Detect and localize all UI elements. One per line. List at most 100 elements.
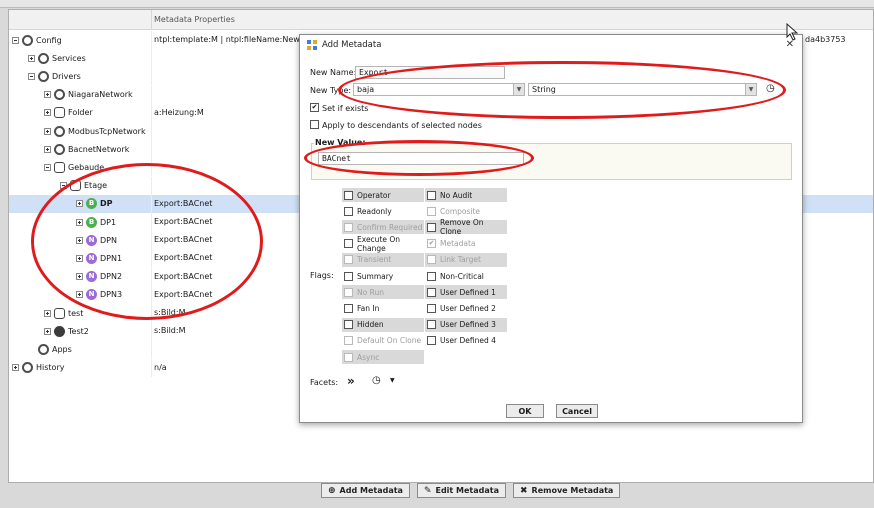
- flag-user-defined-4[interactable]: User Defined 4: [425, 334, 507, 348]
- flag-no-audit[interactable]: No Audit: [425, 188, 507, 202]
- tree-node[interactable]: Config: [12, 33, 62, 47]
- mouse-cursor-icon: [786, 23, 798, 41]
- flag-operator[interactable]: Operator: [342, 188, 424, 202]
- flag-checkbox[interactable]: [427, 287, 436, 297]
- tree-node[interactable]: Etage: [60, 179, 107, 193]
- tree-node[interactable]: BacnetNetwork: [44, 142, 129, 156]
- add-metadata-button[interactable]: ⊕ Add Metadata: [321, 483, 410, 498]
- chevron-down-icon: ▼: [745, 84, 756, 95]
- flag-hidden[interactable]: Hidden: [342, 317, 424, 332]
- app-icon: [307, 40, 317, 50]
- tree-node[interactable]: Drivers: [28, 69, 81, 83]
- flag-label: Default On Clone: [357, 336, 422, 346]
- flag-label: Async: [357, 352, 380, 362]
- tree-node[interactable]: B DP1: [76, 215, 116, 229]
- flag-checkbox[interactable]: [427, 336, 436, 346]
- new-value-field[interactable]: BACnet: [318, 152, 524, 165]
- column-divider[interactable]: [151, 10, 152, 30]
- flag-checkbox[interactable]: [427, 303, 436, 313]
- collapse-icon[interactable]: [44, 163, 51, 171]
- expand-icon[interactable]: [44, 109, 51, 117]
- metadata-properties-header[interactable]: Metadata Properties: [154, 15, 235, 24]
- tree-node[interactable]: N DPN1: [76, 251, 122, 265]
- flag-checkbox[interactable]: [427, 271, 436, 281]
- expand-icon[interactable]: [76, 218, 83, 226]
- x-icon: ✖: [519, 485, 528, 496]
- flag-execute-on-change[interactable]: Execute On Change: [342, 235, 424, 253]
- remove-metadata-button[interactable]: ✖ Remove Metadata: [512, 483, 621, 498]
- flag-checkbox[interactable]: [427, 320, 436, 330]
- collapse-icon[interactable]: [28, 72, 35, 80]
- expand-icon[interactable]: [44, 127, 51, 135]
- expand-icon[interactable]: [76, 200, 83, 208]
- expand-icon[interactable]: [76, 236, 83, 244]
- flag-non-critical[interactable]: Non-Critical: [425, 269, 507, 283]
- tree-node[interactable]: B DP: [76, 197, 113, 211]
- flag-checkbox[interactable]: [427, 222, 436, 232]
- folder-icon: [54, 161, 65, 173]
- flag-checkbox[interactable]: [344, 320, 353, 330]
- flag-checkbox[interactable]: [344, 190, 353, 200]
- metadata-value-cell: Export:BACnet: [154, 271, 213, 281]
- set-if-exists-label: Set if exists: [322, 104, 369, 113]
- flag-label: Non-Critical: [440, 271, 484, 281]
- expand-icon[interactable]: [12, 364, 19, 372]
- expand-icon[interactable]: [44, 327, 51, 335]
- flag-summary[interactable]: Summary: [342, 269, 424, 283]
- flag-user-defined-1[interactable]: User Defined 1: [425, 285, 507, 300]
- flag-user-defined-2[interactable]: User Defined 2: [425, 301, 507, 315]
- expand-icon[interactable]: [44, 91, 51, 99]
- row-divider: [151, 194, 152, 213]
- expand-icon[interactable]: [44, 309, 51, 317]
- flag-label: Link Target: [440, 255, 481, 265]
- tree-node[interactable]: Apps: [28, 342, 72, 356]
- expand-icon[interactable]: [44, 145, 51, 153]
- expand-icon[interactable]: [76, 254, 83, 262]
- type-module-select[interactable]: baja ▼: [353, 83, 525, 96]
- dialog-title-bar[interactable]: Add Metadata: [300, 35, 802, 55]
- row-divider: [151, 304, 152, 322]
- tree-node-label: DP1: [100, 217, 117, 227]
- flag-user-defined-3[interactable]: User Defined 3: [425, 317, 507, 332]
- cancel-button[interactable]: Cancel: [556, 404, 598, 418]
- tree-node[interactable]: Gebaude: [44, 160, 104, 174]
- flag-checkbox[interactable]: [344, 271, 353, 281]
- tree-node[interactable]: N DPN3: [76, 288, 122, 302]
- type-name-select[interactable]: String ▼: [528, 83, 757, 96]
- boolean-point-icon: B: [86, 216, 97, 228]
- row-divider: [151, 285, 152, 304]
- tree-node[interactable]: ModbusTcpNetwork: [44, 124, 146, 138]
- expand-icon[interactable]: [76, 273, 83, 281]
- row-divider: [151, 213, 152, 231]
- flag-checkbox[interactable]: [344, 303, 353, 313]
- set-if-exists-checkbox[interactable]: ✔: [310, 103, 319, 112]
- collapse-icon[interactable]: [60, 182, 67, 190]
- flag-checkbox[interactable]: [427, 190, 436, 200]
- flag-checkbox[interactable]: [344, 206, 353, 216]
- tree-node[interactable]: History: [12, 361, 64, 375]
- expand-icon[interactable]: [28, 54, 35, 62]
- double-chevron-right-icon[interactable]: »: [347, 374, 355, 388]
- chevron-down-icon[interactable]: ▼: [390, 377, 395, 384]
- flag-fan-in[interactable]: Fan In: [342, 301, 424, 315]
- tree-node[interactable]: Folder: [44, 106, 93, 120]
- tree-node[interactable]: Services: [28, 51, 86, 65]
- ok-button[interactable]: OK: [506, 404, 544, 418]
- flag-remove-on-clone[interactable]: Remove On Clone: [425, 218, 507, 236]
- boolean-point-icon: B: [86, 198, 97, 210]
- tree-node[interactable]: NiagaraNetwork: [44, 88, 133, 102]
- flag-readonly[interactable]: Readonly: [342, 204, 424, 218]
- tree-node[interactable]: N DPN: [76, 233, 117, 247]
- history-icon[interactable]: ◷: [372, 375, 381, 386]
- tree-node[interactable]: N DPN2: [76, 270, 122, 284]
- flag-checkbox[interactable]: [344, 239, 353, 249]
- tree-node[interactable]: Test2: [44, 324, 89, 338]
- expand-icon[interactable]: [76, 291, 83, 299]
- collapse-icon[interactable]: [12, 36, 19, 44]
- new-name-field[interactable]: Export: [355, 66, 505, 79]
- history-icon[interactable]: ◷: [766, 83, 775, 94]
- metadata-value-cell: s:Bild:M: [154, 326, 186, 336]
- edit-metadata-button[interactable]: ✎ Edit Metadata: [416, 483, 506, 498]
- tree-node[interactable]: test: [44, 306, 83, 320]
- apply-descendants-checkbox[interactable]: [310, 120, 319, 129]
